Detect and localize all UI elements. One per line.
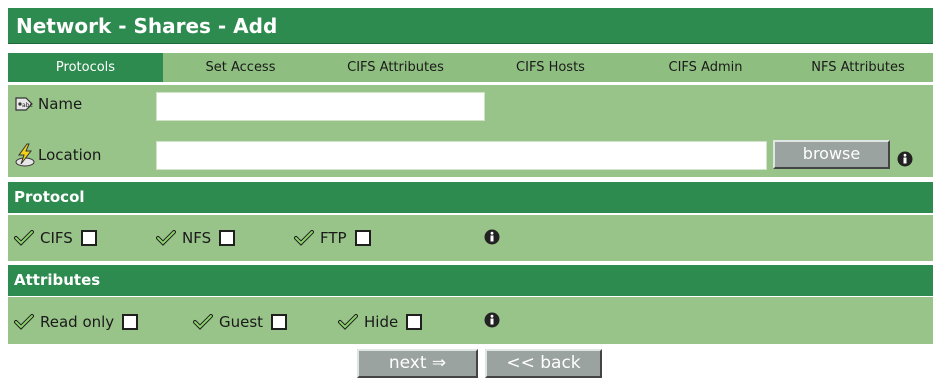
protocol-nfs-option: NFS: [156, 229, 236, 247]
protocol-ftp-label: FTP: [320, 229, 347, 247]
tab-cifs-attributes[interactable]: CIFS Attributes: [318, 53, 473, 82]
svg-text:abc: abc: [22, 102, 33, 109]
attribute-readonly-label: Read only: [40, 313, 115, 331]
location-input[interactable]: [156, 141, 767, 170]
checkmark-icon: [14, 230, 34, 246]
tab-bar: Protocols Set Access CIFS Attributes CIF…: [8, 53, 933, 82]
back-button[interactable]: << back: [485, 349, 602, 378]
protocol-row: [8, 215, 933, 261]
next-button[interactable]: next ⇒: [357, 349, 478, 378]
attribute-hide-label: Hide: [364, 313, 399, 331]
attribute-guest-option: Guest: [193, 313, 288, 331]
location-info-icon[interactable]: [897, 151, 913, 167]
checkmark-icon: [14, 314, 34, 330]
tab-set-access[interactable]: Set Access: [163, 53, 318, 82]
location-lightning-icon: [15, 143, 35, 167]
page-title: Network - Shares - Add: [8, 8, 933, 44]
location-label-text: Location: [38, 146, 102, 164]
name-field-label: abc Name: [14, 95, 82, 113]
protocol-section-header: Protocol: [8, 182, 933, 213]
tab-cifs-admin[interactable]: CIFS Admin: [628, 53, 783, 82]
checkmark-icon: [294, 230, 314, 246]
attribute-hide-checkbox[interactable]: [406, 314, 423, 330]
protocol-ftp-checkbox[interactable]: [354, 230, 371, 246]
attribute-guest-checkbox[interactable]: [271, 314, 288, 330]
checkmark-icon: [193, 314, 213, 330]
checkmark-icon: [156, 230, 176, 246]
attribute-hide-option: Hide: [338, 313, 423, 331]
attribute-readonly-checkbox[interactable]: [122, 314, 139, 330]
tab-cifs-hosts[interactable]: CIFS Hosts: [473, 53, 628, 82]
protocol-nfs-checkbox[interactable]: [219, 230, 236, 246]
attributes-info-icon[interactable]: [484, 312, 500, 328]
tab-nfs-attributes[interactable]: NFS Attributes: [783, 53, 933, 82]
name-input[interactable]: [156, 92, 485, 121]
name-tag-icon: abc: [15, 97, 33, 111]
protocol-nfs-label: NFS: [182, 229, 212, 247]
protocol-info-icon[interactable]: [484, 229, 500, 245]
protocol-cifs-label: CIFS: [40, 229, 73, 247]
attributes-section-header: Attributes: [8, 265, 933, 296]
checkmark-icon: [338, 314, 358, 330]
attributes-row: [8, 297, 933, 344]
name-label-text: Name: [38, 95, 83, 113]
attribute-guest-label: Guest: [219, 313, 264, 331]
location-field-label: Location: [14, 143, 101, 167]
tab-protocols[interactable]: Protocols: [8, 53, 163, 82]
protocol-cifs-option: CIFS: [14, 229, 97, 247]
protocol-ftp-option: FTP: [294, 229, 371, 247]
browse-button[interactable]: browse: [773, 140, 890, 169]
attribute-readonly-option: Read only: [14, 313, 139, 331]
protocol-cifs-checkbox[interactable]: [80, 230, 97, 246]
